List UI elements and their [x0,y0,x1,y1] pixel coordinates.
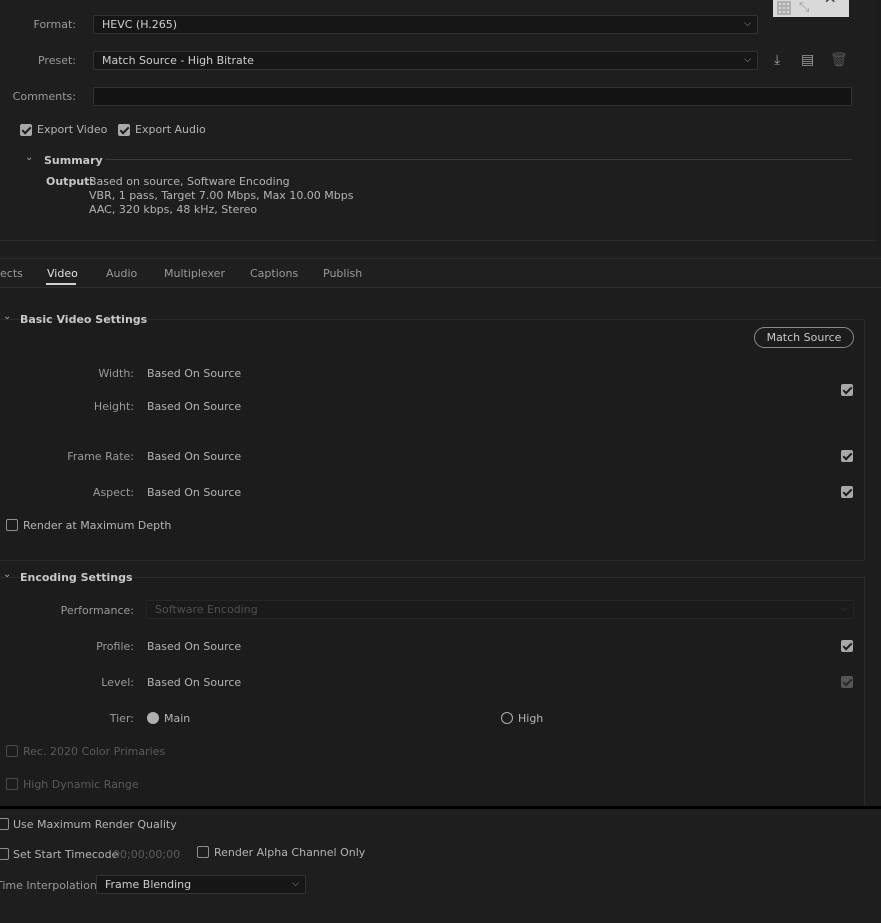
tab-captions[interactable]: Captions [250,267,298,280]
format-select[interactable]: HEVC (H.265) ⌵ [93,15,758,34]
max-render-quality-label: Use Maximum Render Quality [13,818,177,831]
set-start-timecode-checkbox[interactable] [0,848,9,860]
active-tab-indicator [46,283,76,285]
chevron-down-icon: ⌵ [292,879,299,889]
summary-title: Summary [44,154,103,167]
comments-input[interactable] [93,87,852,106]
performance-value: Software Encoding [155,603,258,616]
level-label: Level: [101,676,134,689]
export-audio-label: Export Audio [135,123,206,136]
encoding-chevron-icon[interactable]: ⌄ [3,569,11,580]
preset-label: Preset: [37,54,76,67]
performance-select[interactable]: Software Encoding ⌵ [146,600,854,619]
chevron-down-icon: ⌵ [744,55,751,65]
encoding-title: Encoding Settings [20,571,133,584]
tier-label: Tier: [109,712,134,725]
dimensions-checkbox[interactable] [841,384,853,396]
profile-label: Profile: [96,640,134,653]
window-controls: ⤡ ⌃ [773,0,849,19]
frame-rate-label: Frame Rate: [67,450,134,463]
preset-value: Match Source - High Bitrate [102,54,254,67]
rec2020-label: Rec. 2020 Color Primaries [23,745,166,758]
summary-divider [105,159,852,160]
chevron-down-icon: ⌵ [840,604,847,614]
aspect-label: Aspect: [92,486,134,499]
max-render-quality-checkbox[interactable] [0,818,9,830]
import-preset-icon[interactable]: ▤ [801,53,814,67]
performance-label: Performance: [60,604,134,617]
tab-bar: ects Video Audio Multiplexer Captions Pu… [0,258,881,288]
delete-preset-icon[interactable]: 🗑 [830,53,848,67]
height-label: Height: [93,400,134,413]
aspect-checkbox[interactable] [841,486,853,498]
format-label: Format: [33,18,76,31]
basic-video-chevron-icon[interactable]: ⌄ [3,311,11,322]
tier-main-radio[interactable] [147,712,159,724]
export-settings-panel: ⤡ ⌃ Format: HEVC (H.265) ⌵ Preset: Match… [0,0,876,241]
output-label: Output: [46,175,94,188]
tier-high-radio[interactable] [501,712,513,724]
summary-line-1: Based on source, Software Encoding [89,175,290,188]
level-value: Based On Source [147,676,242,689]
render-max-depth-label: Render at Maximum Depth [23,519,172,532]
height-value: Based On Source [147,400,242,413]
time-interpolation-select[interactable]: Frame Blending ⌵ [96,875,306,894]
preset-select[interactable]: Match Source - High Bitrate ⌵ [93,51,758,70]
basic-video-title: Basic Video Settings [20,313,148,326]
summary-line-3: AAC, 320 kbps, 48 kHz, Stereo [89,203,258,216]
time-interpolation-value: Frame Blending [105,878,192,891]
level-checkbox[interactable] [841,676,853,688]
tab-audio[interactable]: Audio [106,267,137,280]
frame-rate-value: Based On Source [147,450,242,463]
tab-video[interactable]: Video [47,267,78,280]
comments-label: Comments: [12,90,76,103]
save-preset-icon[interactable]: ⤓ [774,53,780,67]
tier-high-label: High [518,712,544,725]
format-value: HEVC (H.265) [102,18,178,31]
grid-icon[interactable] [777,1,791,15]
render-max-depth-checkbox[interactable] [6,519,18,531]
rec2020-checkbox[interactable] [6,745,18,757]
width-value: Based On Source [147,367,242,380]
hdr-checkbox[interactable] [6,778,18,790]
frame-rate-checkbox[interactable] [841,450,853,462]
collapse-icon[interactable]: ⌃ [821,0,839,19]
summary-line-2: VBR, 1 pass, Target 7.00 Mbps, Max 10.00… [89,189,354,202]
fit-icon[interactable]: ⤡ [799,0,809,15]
render-alpha-checkbox[interactable] [197,846,209,858]
bottom-settings: Use Maximum Render Quality Set Start Tim… [0,809,881,923]
render-alpha-label: Render Alpha Channel Only [214,846,366,859]
export-video-checkbox[interactable] [20,124,32,136]
hdr-label: High Dynamic Range [23,778,139,791]
match-source-button[interactable]: Match Source [754,327,854,348]
width-label: Width: [98,367,134,380]
tab-effects[interactable]: ects [0,267,23,280]
profile-value: Based On Source [147,640,242,653]
export-audio-checkbox[interactable] [118,124,130,136]
tier-main-label: Main [164,712,191,725]
aspect-value: Based On Source [147,486,242,499]
summary-chevron-icon[interactable]: ⌄ [25,152,33,163]
profile-checkbox[interactable] [841,640,853,652]
tab-multiplexer[interactable]: Multiplexer [164,267,225,280]
export-video-label: Export Video [37,123,108,136]
tab-publish[interactable]: Publish [323,267,362,280]
timecode-input[interactable]: 00;00;00;00 [113,848,180,861]
chevron-down-icon: ⌵ [744,19,751,29]
time-interpolation-label: Time Interpolation: [0,879,101,892]
set-start-timecode-label: Set Start Timecode [13,848,119,861]
